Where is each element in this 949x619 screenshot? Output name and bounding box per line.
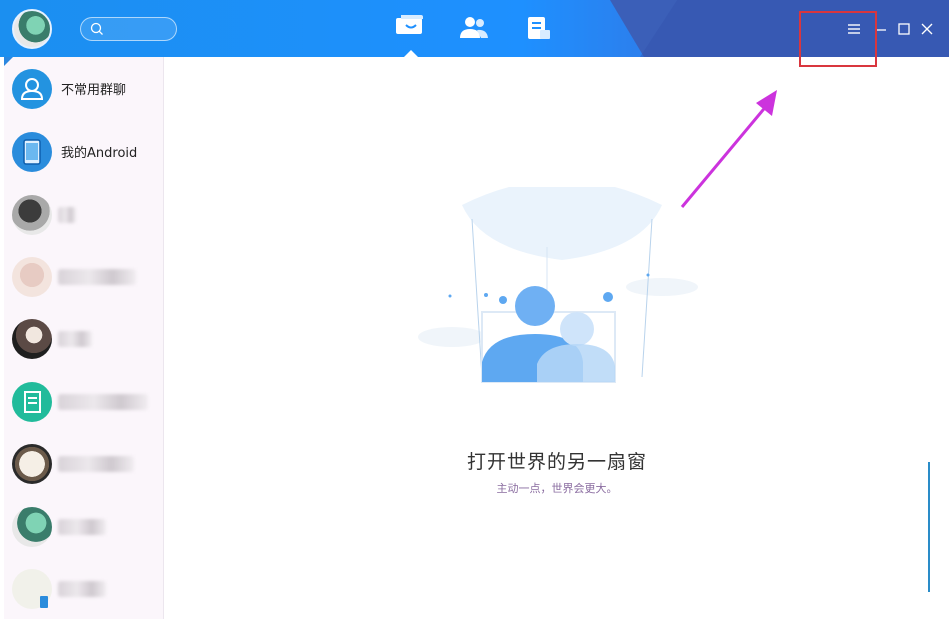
menu-icon[interactable]: [846, 21, 862, 37]
list-item[interactable]: 我的Android: [4, 120, 163, 182]
list-item[interactable]: 不常用群聊: [4, 57, 163, 119]
chat-icon: [396, 15, 423, 34]
tab-notes[interactable]: [524, 14, 554, 42]
empty-state-illustration: [418, 187, 698, 383]
list-item[interactable]: [4, 495, 163, 557]
user-avatar[interactable]: [12, 9, 52, 49]
list-item[interactable]: [4, 245, 163, 307]
list-item[interactable]: [4, 557, 163, 619]
contacts-icon: [460, 17, 488, 38]
avatar: [12, 257, 52, 297]
redacted-name: [58, 207, 76, 223]
list-item[interactable]: [4, 183, 163, 245]
title-bar: [0, 0, 949, 57]
empty-state-title: 打开世界的另一扇窗: [466, 451, 647, 473]
list-item[interactable]: [4, 432, 163, 494]
list-item[interactable]: [4, 307, 163, 369]
redacted-name: [58, 581, 106, 597]
conversation-list: 不常用群聊 我的Android: [4, 57, 164, 619]
avatar: [12, 507, 52, 547]
list-item-label: 不常用群聊: [61, 83, 127, 98]
redacted-name: [58, 519, 106, 535]
tab-contacts[interactable]: [459, 14, 489, 42]
search-box[interactable]: [80, 17, 177, 41]
redacted-name: [58, 394, 148, 410]
scrollbar[interactable]: [928, 462, 930, 592]
notes-icon: [528, 17, 550, 39]
redacted-name: [58, 456, 134, 472]
annotation-arrow: [680, 90, 777, 208]
empty-state-subtitle: 主动一点，世界会更大。: [496, 482, 618, 495]
tab-messages[interactable]: [396, 14, 426, 57]
avatar: [12, 319, 52, 359]
list-item[interactable]: [4, 370, 163, 432]
phone-icon: [12, 132, 52, 172]
main-panel: 打开世界的另一扇窗 主动一点，世界会更大。: [165, 57, 949, 619]
minimize-icon[interactable]: [874, 22, 888, 36]
redacted-name: [58, 331, 92, 347]
redacted-name: [58, 269, 136, 285]
search-icon: [90, 22, 103, 35]
list-item-label: 我的Android: [61, 146, 138, 161]
avatar: [12, 569, 52, 609]
close-icon[interactable]: [920, 22, 934, 36]
avatar: [12, 195, 52, 235]
note-icon: [12, 382, 52, 422]
group-icon: [12, 69, 52, 109]
avatar: [12, 444, 52, 484]
maximize-icon[interactable]: [897, 22, 911, 36]
